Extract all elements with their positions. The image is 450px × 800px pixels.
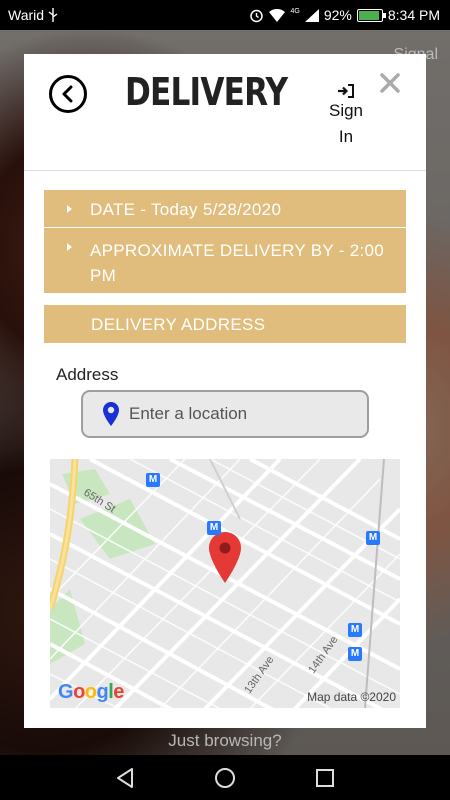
alarm-icon — [249, 8, 264, 23]
transit-icon: M — [146, 473, 160, 487]
android-nav-bar — [0, 755, 450, 800]
clock-time: 8:34 PM — [387, 7, 440, 23]
home-icon[interactable] — [214, 767, 236, 789]
location-pin-icon — [103, 402, 119, 426]
battery-fill — [358, 10, 380, 20]
transit-icon: M — [207, 521, 221, 535]
recents-icon[interactable] — [314, 767, 336, 789]
transit-icon: M — [348, 623, 362, 637]
close-button[interactable] — [379, 72, 401, 94]
usb-icon — [48, 8, 58, 22]
delivery-address-header: DELIVERY ADDRESS — [44, 305, 406, 343]
chevron-left-icon — [62, 85, 73, 103]
caret-right-icon — [67, 205, 72, 213]
back-icon[interactable] — [114, 767, 136, 789]
address-input-box[interactable] — [81, 390, 369, 438]
sign-in-label: Sign In — [328, 101, 364, 146]
date-label: DATE - Today 5/28/2020 — [90, 200, 282, 219]
transit-icon: M — [348, 647, 362, 661]
address-field-label: Address — [56, 365, 119, 384]
delivery-address-label: DELIVERY ADDRESS — [91, 315, 266, 334]
approx-delivery-label: APPROXIMATE DELIVERY BY - 2:00 PM — [90, 241, 385, 285]
delivery-time-selector[interactable]: APPROXIMATE DELIVERY BY - 2:00 PM — [44, 228, 406, 293]
close-icon — [380, 73, 400, 93]
carrier-label: Warid — [8, 7, 45, 23]
sign-in-button[interactable]: Sign In — [320, 82, 372, 150]
just-browsing-link[interactable]: Just browsing? — [0, 731, 450, 751]
google-logo: Google — [58, 681, 124, 703]
address-input[interactable] — [129, 401, 357, 427]
delivery-modal: DELIVERY Sign In DATE - Today 5/28/2020 … — [24, 54, 426, 728]
signal-icon — [304, 8, 319, 22]
map[interactable]: 65th St 13th Ave 14th Ave M M M M M Goog… — [50, 459, 400, 708]
map-credit: Map data ©2020 — [307, 690, 396, 704]
status-bar: Warid 4G 92% 8:34 PM — [0, 0, 450, 30]
network-badge: 4G — [290, 7, 300, 15]
transit-icon: M — [366, 531, 380, 545]
date-selector[interactable]: DATE - Today 5/28/2020 — [44, 190, 406, 227]
modal-title: DELIVERY — [125, 70, 288, 114]
modal-header: DELIVERY Sign In — [24, 54, 426, 171]
back-button[interactable] — [49, 75, 87, 113]
battery-icon — [356, 8, 386, 22]
caret-right-icon — [67, 243, 72, 251]
battery-percent: 92% — [323, 7, 352, 23]
sign-in-icon — [338, 84, 354, 98]
wifi-icon — [269, 8, 286, 22]
